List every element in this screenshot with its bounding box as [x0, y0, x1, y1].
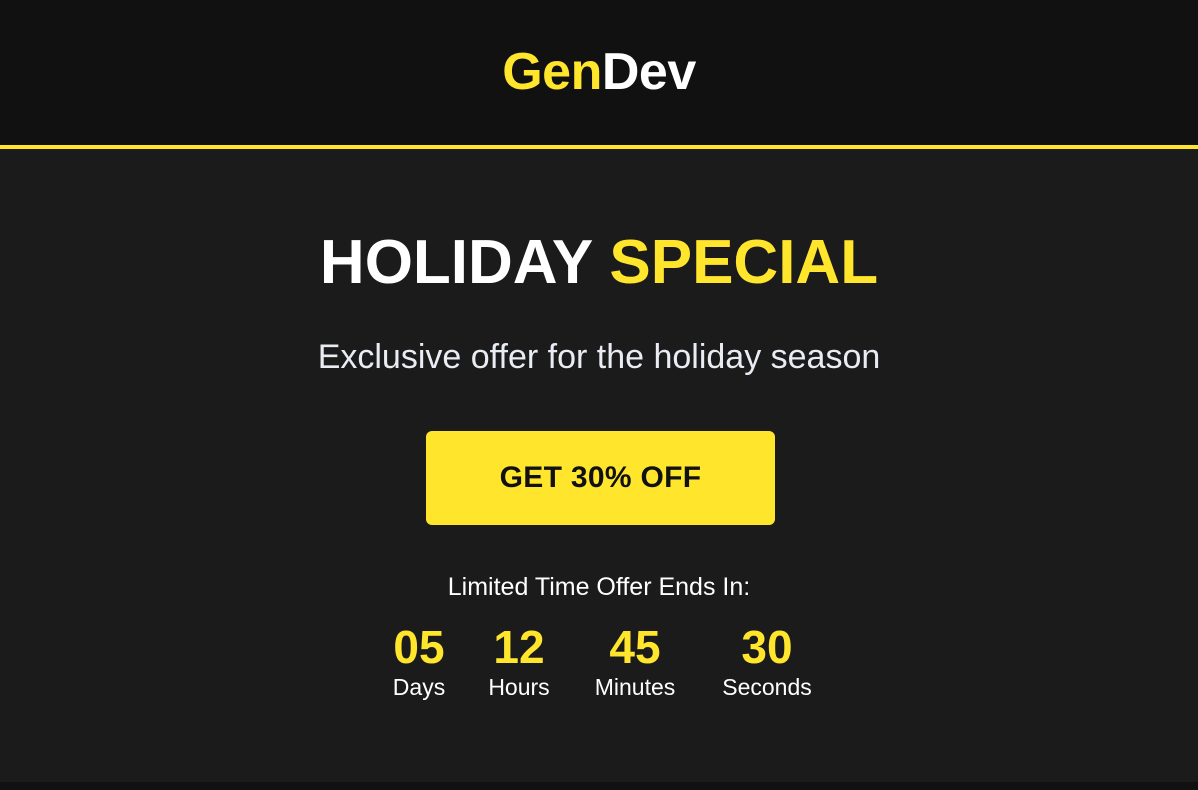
countdown-days: 05 Days: [383, 624, 455, 699]
get-discount-button[interactable]: GET 30% OFF: [426, 431, 775, 525]
countdown-minutes-value: 45: [609, 621, 661, 673]
hero-title: HOLIDAY SPECIAL: [0, 232, 1198, 294]
countdown-label: Limited Time Offer Ends In:: [447, 573, 751, 601]
gendev-logo[interactable]: GenDev: [502, 46, 696, 98]
site-header: GenDev: [0, 0, 1198, 145]
countdown-minutes-label: Minutes: [594, 674, 676, 700]
countdown-hours-label: Hours: [488, 674, 550, 700]
hero-subtitle: Exclusive offer for the holiday season: [317, 338, 881, 376]
countdown-seconds: 30 Seconds: [719, 624, 815, 699]
countdown-hours: 12 Hours: [483, 624, 555, 699]
logo-accent-text: Gen: [502, 42, 602, 101]
countdown-hours-value: 12: [493, 621, 545, 673]
countdown-seconds-value: 30: [741, 621, 793, 673]
footer-strip: [0, 782, 1198, 790]
hero-title-main: HOLIDAY: [319, 228, 593, 297]
countdown-days-value: 05: [393, 621, 445, 673]
hero-title-accent: SPECIAL: [609, 228, 879, 297]
holiday-hero: HOLIDAY SPECIAL Exclusive offer for the …: [0, 149, 1198, 782]
logo-rest-text: Dev: [601, 42, 696, 101]
countdown-timer: 05 Days 12 Hours 45 Minutes 30 Seconds: [0, 624, 1198, 699]
landing-page: GenDev HOLIDAY SPECIAL Exclusive offer f…: [0, 0, 1198, 790]
countdown-seconds-label: Seconds: [722, 674, 812, 700]
countdown-minutes: 45 Minutes: [589, 624, 681, 699]
countdown-days-label: Days: [392, 674, 446, 700]
